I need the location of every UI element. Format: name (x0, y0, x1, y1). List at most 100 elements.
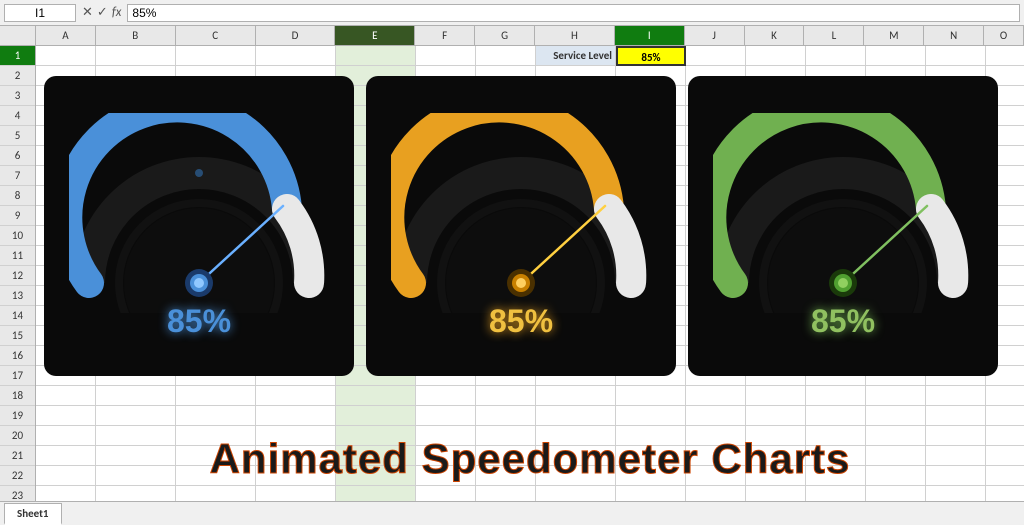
fx-icon[interactable]: fx (112, 5, 122, 20)
cell-D1[interactable] (256, 46, 336, 66)
cell-B1[interactable] (96, 46, 176, 66)
cell-E18[interactable] (336, 386, 416, 406)
row-num-17: 17 (0, 366, 35, 386)
cell-D23[interactable] (256, 486, 336, 501)
cell-H19[interactable] (536, 406, 616, 426)
cell-L19[interactable] (806, 406, 866, 426)
cell-K1[interactable] (746, 46, 806, 66)
col-header-N[interactable]: N (924, 26, 984, 45)
cell-M19[interactable] (866, 406, 926, 426)
cell-O23[interactable] (986, 486, 1024, 501)
cell-K19[interactable] (746, 406, 806, 426)
row-numbers: 1234567891011121314151617181920212223 (0, 46, 36, 501)
sheet-tab-1[interactable]: Sheet1 (4, 503, 62, 525)
cell-N23[interactable] (926, 486, 986, 501)
col-header-A[interactable]: A (36, 26, 96, 45)
name-box[interactable] (4, 4, 76, 22)
cell-L23[interactable] (806, 486, 866, 501)
cell-F1[interactable] (416, 46, 476, 66)
cell-O1[interactable] (986, 46, 1024, 66)
cell-M18[interactable] (866, 386, 926, 406)
cell-D19[interactable] (256, 406, 336, 426)
formula-input[interactable] (127, 4, 1020, 22)
col-header-C[interactable]: C (176, 26, 256, 45)
cell-O18[interactable] (986, 386, 1024, 406)
cell-C19[interactable] (176, 406, 256, 426)
col-header-J[interactable]: J (685, 26, 745, 45)
cell-G23[interactable] (476, 486, 536, 501)
cell-L18[interactable] (806, 386, 866, 406)
row-num-20: 20 (0, 426, 35, 446)
row-num-18: 18 (0, 386, 35, 406)
col-header-D[interactable]: D (256, 26, 336, 45)
cell-C23[interactable] (176, 486, 256, 501)
cell-C18[interactable] (176, 386, 256, 406)
col-header-E[interactable]: E (335, 26, 415, 45)
cell-J19[interactable] (686, 406, 746, 426)
cell-O19[interactable] (986, 406, 1024, 426)
cell-E23[interactable] (336, 486, 416, 501)
cell-A23[interactable] (36, 486, 96, 501)
cell-F23[interactable] (416, 486, 476, 501)
cell-K23[interactable] (746, 486, 806, 501)
cell-H1[interactable]: Service Level (536, 46, 616, 66)
cell-J1[interactable] (686, 46, 746, 66)
cell-G1[interactable] (476, 46, 536, 66)
cell-B18[interactable] (96, 386, 176, 406)
speedometer-blue-svg (69, 113, 329, 313)
row-num-11: 11 (0, 246, 35, 266)
cell-B23[interactable] (96, 486, 176, 501)
cell-J23[interactable] (686, 486, 746, 501)
row-num-6: 6 (0, 146, 35, 166)
col-header-O[interactable]: O (984, 26, 1024, 45)
speedometer-green-svg (713, 113, 973, 313)
cell-A18[interactable] (36, 386, 96, 406)
grid-row-19 (36, 406, 1024, 426)
row-num-7: 7 (0, 166, 35, 186)
cell-E19[interactable] (336, 406, 416, 426)
cell-I23[interactable] (616, 486, 686, 501)
col-header-F[interactable]: F (415, 26, 475, 45)
cell-I1[interactable]: 85% (616, 46, 686, 66)
cell-I18[interactable] (616, 386, 686, 406)
row-num-19: 19 (0, 406, 35, 426)
cell-E1[interactable] (336, 46, 416, 66)
green-value-label: 85% (811, 303, 875, 340)
grid-body: 1234567891011121314151617181920212223 Se… (0, 46, 1024, 501)
cell-L1[interactable] (806, 46, 866, 66)
row-num-5: 5 (0, 126, 35, 146)
col-header-H[interactable]: H (535, 26, 615, 45)
col-header-L[interactable]: L (804, 26, 864, 45)
cancel-icon[interactable]: ✕ (82, 5, 93, 20)
cell-M1[interactable] (866, 46, 926, 66)
cell-H18[interactable] (536, 386, 616, 406)
cell-M23[interactable] (866, 486, 926, 501)
column-headers: A B C D E F G H I J K L M N O (0, 26, 1024, 46)
col-header-I[interactable]: I (615, 26, 685, 45)
col-header-G[interactable]: G (475, 26, 535, 45)
cell-G19[interactable] (476, 406, 536, 426)
cell-I19[interactable] (616, 406, 686, 426)
col-header-K[interactable]: K (745, 26, 805, 45)
cell-J18[interactable] (686, 386, 746, 406)
cell-B19[interactable] (96, 406, 176, 426)
cell-A1[interactable] (36, 46, 96, 66)
cell-D18[interactable] (256, 386, 336, 406)
cell-N19[interactable] (926, 406, 986, 426)
confirm-icon[interactable]: ✓ (97, 5, 108, 20)
cell-F19[interactable] (416, 406, 476, 426)
gold-value-label: 85% (489, 303, 553, 340)
cell-G18[interactable] (476, 386, 536, 406)
row-num-22: 22 (0, 466, 35, 486)
speedometer-gold-svg (391, 113, 651, 313)
cell-F18[interactable] (416, 386, 476, 406)
cell-N1[interactable] (926, 46, 986, 66)
cell-N18[interactable] (926, 386, 986, 406)
col-header-B[interactable]: B (96, 26, 176, 45)
cell-K18[interactable] (746, 386, 806, 406)
speedometer-gold: 85% (366, 76, 676, 376)
cell-C1[interactable] (176, 46, 256, 66)
cell-A19[interactable] (36, 406, 96, 426)
cell-H23[interactable] (536, 486, 616, 501)
col-header-M[interactable]: M (864, 26, 924, 45)
